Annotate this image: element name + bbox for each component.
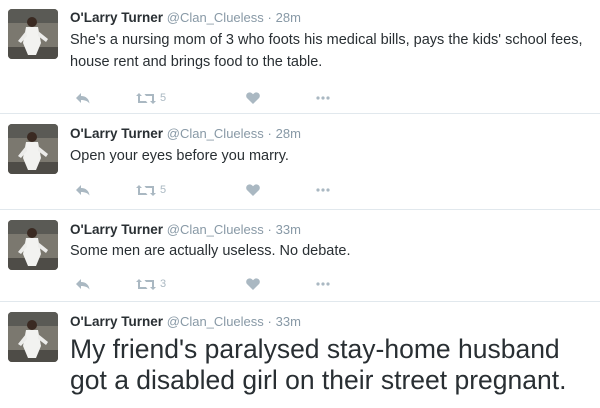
retweet-icon bbox=[136, 278, 156, 290]
heart-icon bbox=[246, 184, 260, 196]
timestamp[interactable]: 28m bbox=[276, 10, 301, 25]
reply-button[interactable] bbox=[76, 88, 90, 108]
reply-button[interactable] bbox=[76, 180, 90, 200]
retweet-count: 5 bbox=[160, 92, 167, 104]
timestamp[interactable]: 33m bbox=[276, 314, 301, 329]
separator-dot: · bbox=[267, 10, 272, 25]
timestamp[interactable]: 33m bbox=[276, 222, 301, 237]
user-handle[interactable]: @Clan_Clueless bbox=[167, 126, 264, 141]
retweet-count: 5 bbox=[160, 184, 167, 196]
retweet-button[interactable]: 5 bbox=[136, 88, 166, 108]
user-handle[interactable]: @Clan_Clueless bbox=[167, 314, 264, 329]
display-name[interactable]: O'Larry Turner bbox=[70, 314, 163, 329]
avatar[interactable] bbox=[8, 9, 58, 59]
retweet-count: 3 bbox=[160, 278, 167, 290]
separator-dot: · bbox=[267, 222, 272, 237]
avatar[interactable] bbox=[8, 124, 58, 174]
tweet-actions: 5 bbox=[70, 88, 370, 108]
tweet[interactable]: O'Larry Turner @Clan_Clueless · 28m She'… bbox=[0, 0, 600, 114]
like-button[interactable] bbox=[246, 180, 260, 200]
tweet-header: O'Larry Turner @Clan_Clueless · 33m bbox=[70, 313, 301, 331]
more-dots-icon bbox=[316, 282, 330, 286]
user-handle[interactable]: @Clan_Clueless bbox=[167, 222, 264, 237]
more-dots-icon bbox=[316, 188, 330, 192]
tweet-header: O'Larry Turner @Clan_Clueless · 28m bbox=[70, 9, 301, 27]
tweet[interactable]: O'Larry Turner @Clan_Clueless · 33m My f… bbox=[0, 302, 600, 408]
tweet-text: Open your eyes before you marry. bbox=[70, 148, 289, 164]
timestamp[interactable]: 28m bbox=[276, 126, 301, 141]
tweet-text: Some men are actually useless. No debate… bbox=[70, 243, 351, 259]
tweet-text: My friend's paralysed stay-home husband … bbox=[70, 334, 567, 395]
tweet-actions: 3 bbox=[70, 274, 370, 294]
like-button[interactable] bbox=[246, 274, 260, 294]
reply-arrow-icon bbox=[76, 93, 90, 104]
more-button[interactable] bbox=[316, 274, 330, 294]
avatar[interactable] bbox=[8, 220, 58, 270]
reply-arrow-icon bbox=[76, 279, 90, 290]
heart-icon bbox=[246, 92, 260, 104]
display-name[interactable]: O'Larry Turner bbox=[70, 10, 163, 25]
user-handle[interactable]: @Clan_Clueless bbox=[167, 10, 264, 25]
more-button[interactable] bbox=[316, 88, 330, 108]
heart-icon bbox=[246, 278, 260, 290]
retweet-button[interactable]: 5 bbox=[136, 180, 166, 200]
tweet-header: O'Larry Turner @Clan_Clueless · 33m bbox=[70, 221, 301, 239]
more-button[interactable] bbox=[316, 180, 330, 200]
like-button[interactable] bbox=[246, 88, 260, 108]
reply-button[interactable] bbox=[76, 274, 90, 294]
more-dots-icon bbox=[316, 96, 330, 100]
separator-dot: · bbox=[267, 314, 272, 329]
retweet-icon bbox=[136, 184, 156, 196]
avatar[interactable] bbox=[8, 312, 58, 362]
display-name[interactable]: O'Larry Turner bbox=[70, 126, 163, 141]
tweet[interactable]: O'Larry Turner @Clan_Clueless · 33m Some… bbox=[0, 210, 600, 302]
retweet-button[interactable]: 3 bbox=[136, 274, 166, 294]
separator-dot: · bbox=[267, 126, 272, 141]
tweet-actions: 5 bbox=[70, 180, 370, 200]
tweet-text: She's a nursing mom of 3 who foots his m… bbox=[70, 32, 583, 70]
retweet-icon bbox=[136, 92, 156, 104]
tweet[interactable]: O'Larry Turner @Clan_Clueless · 28m Open… bbox=[0, 114, 600, 210]
reply-arrow-icon bbox=[76, 185, 90, 196]
display-name[interactable]: O'Larry Turner bbox=[70, 222, 163, 237]
tweet-header: O'Larry Turner @Clan_Clueless · 28m bbox=[70, 125, 301, 143]
